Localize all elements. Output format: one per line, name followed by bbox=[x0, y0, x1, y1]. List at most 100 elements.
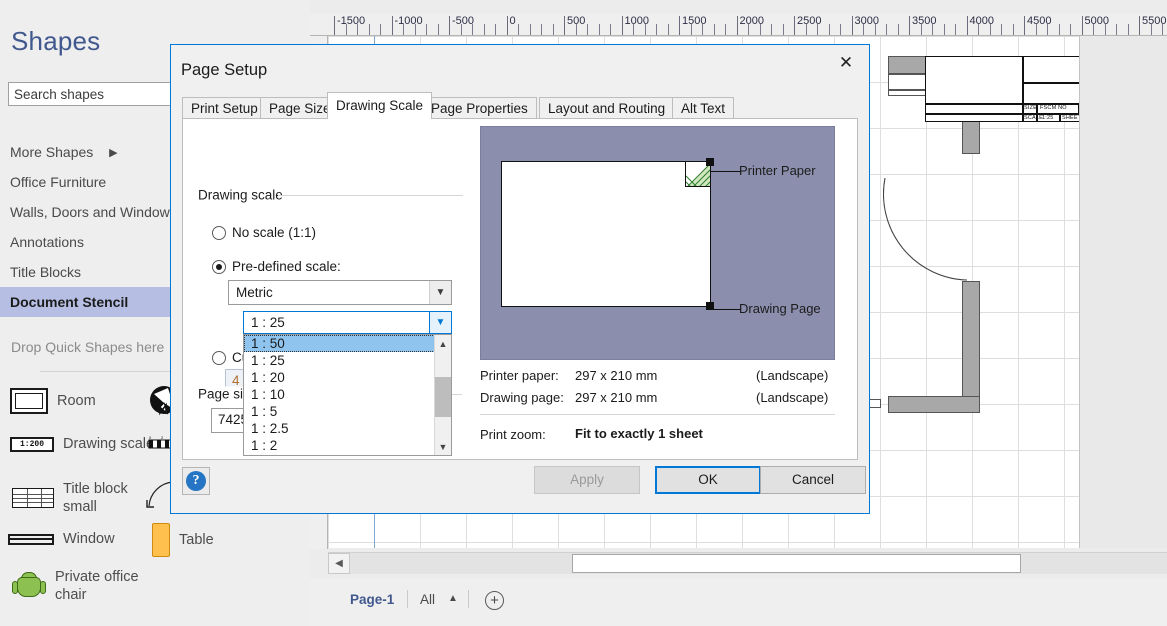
tab-print-setup[interactable]: Print Setup bbox=[182, 97, 267, 119]
shape-label: Title block small bbox=[63, 481, 128, 515]
dropdown-option-3[interactable]: 1 : 10 bbox=[244, 386, 451, 403]
add-page-button[interactable]: + bbox=[485, 591, 504, 610]
shape-label: Drawing scale bbox=[63, 436, 155, 452]
ruler-minor-tick bbox=[644, 24, 646, 35]
scale-combo[interactable]: 1 : 25 ▼ bbox=[243, 311, 452, 334]
horizontal-ruler[interactable]: -1500 -1000 -500 0 500 1000 1500 2000 2500 3000 35… bbox=[310, 14, 1167, 36]
ruler-minor-tick bbox=[713, 24, 715, 35]
dialog-title: Page Setup bbox=[181, 61, 268, 79]
ruler-major-tick bbox=[1024, 16, 1025, 35]
chevron-down-icon[interactable]: ▼ bbox=[429, 281, 451, 304]
drawing-page-value: 297 x 210 mm bbox=[575, 390, 658, 405]
scroll-down-icon[interactable]: ▼ bbox=[435, 438, 451, 455]
scroll-left-icon[interactable]: ◀ bbox=[328, 553, 350, 574]
ruler-label: -1500 bbox=[337, 15, 366, 27]
ruler-minor-tick bbox=[782, 24, 784, 35]
ruler-minor-tick bbox=[690, 24, 692, 35]
ruler-major-tick bbox=[1081, 16, 1083, 35]
ruler-minor-tick bbox=[403, 24, 404, 35]
cancel-button[interactable]: Cancel bbox=[760, 466, 866, 494]
scale-dropdown-list[interactable]: 1 : 50 1 : 25 1 : 20 1 : 10 1 : 5 1 : 2.… bbox=[243, 334, 452, 456]
shapes-panel-title: Shapes bbox=[11, 26, 101, 56]
caret-up-icon[interactable]: ▲ bbox=[448, 593, 458, 604]
wall-right-lower[interactable] bbox=[962, 281, 980, 413]
ruler-major-tick bbox=[334, 16, 335, 35]
page-outside-area bbox=[1079, 36, 1167, 548]
ruler-minor-tick bbox=[656, 24, 657, 35]
dropdown-scroll-thumb[interactable] bbox=[435, 377, 451, 417]
dropdown-scrollbar[interactable]: ▲ ▼ bbox=[434, 335, 451, 455]
ruler-major-tick bbox=[621, 16, 623, 35]
ruler-minor-tick bbox=[437, 24, 439, 35]
ruler-minor-tick bbox=[932, 24, 933, 35]
ruler-minor-tick bbox=[1104, 24, 1106, 35]
ruler-minor-tick bbox=[483, 24, 485, 35]
scroll-up-icon[interactable]: ▲ bbox=[435, 335, 451, 352]
app-window: Shapes More Shapes ▶ Office Furniture Wa… bbox=[0, 0, 1167, 626]
drawing-page-key: Drawing page: bbox=[480, 390, 564, 405]
ruler-minor-tick bbox=[345, 24, 347, 35]
dropdown-option-0[interactable]: 1 : 50 bbox=[244, 335, 451, 352]
ok-button[interactable]: OK bbox=[655, 466, 761, 494]
wall-bottom[interactable] bbox=[888, 396, 980, 413]
ruler-minor-tick bbox=[1012, 24, 1014, 35]
ruler-minor-tick bbox=[943, 24, 945, 35]
radio-predefined-scale-indicator[interactable] bbox=[212, 259, 226, 274]
radio-predefined-scale[interactable]: Pre-defined scale: bbox=[212, 259, 341, 274]
title-block-icon bbox=[12, 488, 54, 508]
window-icon bbox=[8, 533, 54, 545]
ruler-minor-tick bbox=[518, 24, 519, 35]
horizontal-scrollbar[interactable]: ◀ bbox=[328, 552, 1167, 574]
ruler-minor-tick bbox=[840, 24, 841, 35]
help-icon: ? bbox=[186, 471, 206, 491]
ruler-minor-tick bbox=[667, 24, 669, 35]
shape-item-room[interactable]: Room bbox=[10, 388, 96, 414]
dropdown-option-4[interactable]: 1 : 5 bbox=[244, 403, 451, 420]
ruler-minor-tick bbox=[1070, 24, 1071, 35]
tab-layout-and-routing[interactable]: Layout and Routing bbox=[539, 97, 675, 119]
ruler-minor-tick bbox=[357, 24, 358, 35]
radio-no-scale-indicator[interactable] bbox=[212, 225, 226, 240]
radio-predefined-scale-label: Pre-defined scale: bbox=[232, 259, 341, 274]
shape-item-title-block-small[interactable]: Title block small bbox=[12, 480, 143, 516]
ruler-minor-tick bbox=[955, 24, 956, 35]
radio-custom-scale-indicator[interactable] bbox=[212, 350, 226, 365]
radio-no-scale[interactable]: No scale (1:1) bbox=[212, 225, 316, 240]
print-zoom-value: Fit to exactly 1 sheet bbox=[575, 426, 703, 441]
unit-system-combo[interactable]: Metric ▼ bbox=[228, 280, 452, 305]
scroll-thumb[interactable] bbox=[572, 554, 1021, 573]
info-divider bbox=[480, 414, 835, 415]
dropdown-option-6[interactable]: 1 : 2 bbox=[244, 437, 451, 454]
tab-page-properties[interactable]: Page Properties bbox=[422, 97, 537, 119]
chevron-right-icon: ▶ bbox=[109, 147, 118, 159]
tab-page-1[interactable]: Page-1 bbox=[350, 592, 394, 607]
drawing-page-leader bbox=[710, 309, 741, 310]
close-icon[interactable]: ✕ bbox=[823, 45, 869, 81]
chevron-down-icon[interactable]: ▼ bbox=[429, 312, 451, 333]
ruler-minor-tick bbox=[368, 24, 370, 35]
ruler-label: 0 bbox=[509, 15, 516, 27]
ruler-minor-tick bbox=[633, 24, 634, 35]
grid-line-h bbox=[328, 542, 1167, 543]
tab-alt-text[interactable]: Alt Text bbox=[672, 97, 735, 119]
shape-label: Private office chair bbox=[55, 569, 139, 603]
page-setup-dialog: Page Setup ✕ Print Setup Page Size Drawi… bbox=[170, 44, 870, 514]
shape-item-table[interactable]: Table bbox=[152, 523, 214, 557]
dropdown-option-1[interactable]: 1 : 25 bbox=[244, 352, 451, 369]
help-button[interactable]: ? bbox=[182, 467, 210, 495]
tab-all[interactable]: All bbox=[420, 592, 435, 607]
ruler-minor-tick bbox=[725, 24, 726, 35]
dropdown-option-2[interactable]: 1 : 20 bbox=[244, 369, 451, 386]
shape-item-private-office-chair[interactable]: Private office chair bbox=[12, 568, 165, 604]
shape-item-window[interactable]: Window bbox=[8, 530, 115, 548]
apply-button[interactable]: Apply bbox=[534, 466, 640, 494]
tb-fscm-label: FSCM NO bbox=[1040, 105, 1067, 111]
dropdown-option-5[interactable]: 1 : 2.5 bbox=[244, 420, 451, 437]
ruler-major-tick bbox=[736, 16, 738, 35]
ruler-minor-tick bbox=[771, 24, 772, 35]
tb-size-label: SIZE bbox=[1024, 105, 1038, 111]
shape-item-drawing-scale[interactable]: 1:200 Drawing scale bbox=[10, 435, 154, 453]
print-zoom-key: Print zoom: bbox=[480, 427, 546, 442]
ruler-minor-tick bbox=[460, 24, 462, 35]
tab-drawing-scale[interactable]: Drawing Scale bbox=[327, 92, 433, 119]
